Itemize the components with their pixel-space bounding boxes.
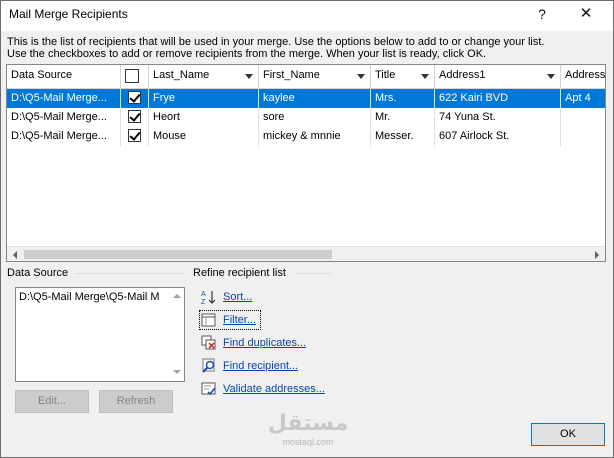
cell-first-name: kaylee bbox=[263, 92, 295, 104]
svg-text:A: A bbox=[201, 291, 206, 298]
instructions-line-2: Use the checkboxes to add or remove reci… bbox=[7, 48, 487, 60]
help-button[interactable]: ? bbox=[519, 1, 565, 29]
window-title: Mail Merge Recipients bbox=[9, 7, 128, 21]
instructions-text: This is the list of recipients that will… bbox=[7, 36, 607, 60]
cell-data-source: D:\Q5-Mail Merge... bbox=[11, 111, 107, 123]
refine-recipient-list-label: Refine recipient list bbox=[193, 267, 286, 279]
row-include-checkbox[interactable] bbox=[128, 110, 141, 123]
column-header-select-all[interactable] bbox=[121, 65, 149, 88]
sort-az-icon: A Z bbox=[201, 291, 216, 305]
cell-address2 bbox=[561, 108, 605, 127]
sort-link[interactable]: Sort... bbox=[223, 291, 252, 303]
vertical-scrollbar[interactable] bbox=[169, 288, 184, 381]
column-divider bbox=[120, 89, 121, 146]
cell-last-name: Mouse bbox=[153, 130, 187, 142]
cell-address1: 607 Airlock St. bbox=[439, 130, 510, 142]
column-divider bbox=[560, 89, 561, 146]
scrollbar-thumb[interactable] bbox=[24, 250, 332, 259]
column-divider bbox=[148, 89, 149, 146]
svg-text:Z: Z bbox=[201, 299, 206, 305]
column-divider bbox=[258, 89, 259, 146]
column-header-label: First_Name bbox=[263, 69, 320, 81]
column-header-last-name[interactable]: Last_Name bbox=[149, 65, 259, 88]
section-divider bbox=[75, 273, 183, 274]
scroll-down-icon[interactable] bbox=[173, 370, 181, 374]
data-source-label: Data Source bbox=[7, 267, 69, 279]
cell-address1: 622 Kairi BVD bbox=[439, 92, 509, 104]
scroll-right-icon[interactable] bbox=[588, 247, 605, 261]
horizontal-scrollbar[interactable] bbox=[7, 246, 605, 261]
column-header-title[interactable]: Title bbox=[371, 65, 435, 88]
cell-title: Mr. bbox=[375, 111, 391, 123]
scroll-left-icon[interactable] bbox=[7, 247, 24, 261]
dropdown-arrow-icon[interactable] bbox=[357, 74, 365, 79]
watermark-latin-text: mostaql.com bbox=[282, 437, 334, 447]
cell-data-source: D:\Q5-Mail Merge... bbox=[11, 92, 107, 104]
close-button[interactable]: ✕ bbox=[563, 1, 609, 29]
column-header-label: Address1 bbox=[439, 69, 486, 81]
validate-addresses-link[interactable]: Validate addresses... bbox=[223, 383, 325, 395]
column-divider bbox=[434, 89, 435, 146]
edit-button[interactable]: Edit... bbox=[15, 390, 89, 413]
select-all-checkbox[interactable] bbox=[125, 69, 139, 83]
cell-address2 bbox=[561, 127, 605, 146]
column-header-address1[interactable]: Address1 bbox=[435, 65, 561, 88]
cell-data-source: D:\Q5-Mail Merge... bbox=[11, 130, 107, 142]
find-duplicates-icon bbox=[201, 335, 216, 350]
data-source-list[interactable]: D:\Q5-Mail Merge\Q5-Mail M bbox=[15, 287, 185, 382]
table-row[interactable]: D:\Q5-Mail Merge... Heort sore Mr. 74 Yu… bbox=[7, 108, 605, 127]
recipients-grid[interactable]: Data Source Last_Name First_Name Title A… bbox=[6, 64, 606, 262]
cell-address2: Apt 4 bbox=[565, 92, 591, 104]
list-item[interactable]: D:\Q5-Mail Merge\Q5-Mail M bbox=[19, 291, 169, 303]
validate-addresses-icon bbox=[201, 382, 216, 396]
column-header-data-source[interactable]: Data Source bbox=[7, 65, 121, 88]
grid-header: Data Source Last_Name First_Name Title A… bbox=[7, 65, 606, 89]
row-include-checkbox[interactable] bbox=[128, 91, 141, 104]
column-divider bbox=[370, 89, 371, 146]
column-header-address2[interactable]: Address2 bbox=[561, 65, 606, 88]
cell-first-name: mickey & mnnie bbox=[263, 130, 341, 142]
find-duplicates-link[interactable]: Find duplicates... bbox=[223, 337, 306, 349]
column-header-label: Address2 bbox=[565, 69, 606, 81]
cell-last-name: Heort bbox=[153, 111, 180, 123]
column-header-label: Title bbox=[375, 69, 396, 81]
section-divider bbox=[297, 273, 331, 274]
table-row[interactable]: D:\Q5-Mail Merge... Mouse mickey & mnnie… bbox=[7, 127, 605, 146]
dropdown-arrow-icon[interactable] bbox=[421, 74, 429, 79]
table-row[interactable]: D:\Q5-Mail Merge... Frye kaylee Mrs. 622… bbox=[7, 89, 605, 108]
cell-address1: 74 Yuna St. bbox=[439, 111, 496, 123]
watermark-logo: مستقل mostaql.com bbox=[263, 411, 353, 458]
cell-first-name: sore bbox=[263, 111, 285, 123]
instructions-line-1: This is the list of recipients that will… bbox=[7, 36, 545, 48]
scroll-up-icon[interactable] bbox=[173, 294, 181, 298]
cell-title: Messer. bbox=[375, 130, 414, 142]
find-recipient-icon bbox=[202, 358, 215, 373]
watermark-arabic-text: مستقل bbox=[267, 411, 349, 436]
column-header-first-name[interactable]: First_Name bbox=[259, 65, 371, 88]
focus-rectangle bbox=[199, 310, 261, 330]
refresh-button[interactable]: Refresh bbox=[99, 390, 173, 413]
row-include-checkbox[interactable] bbox=[128, 129, 141, 142]
ok-button[interactable]: OK bbox=[531, 423, 605, 446]
column-header-label: Data Source bbox=[11, 69, 73, 81]
column-header-label: Last_Name bbox=[153, 69, 210, 81]
cell-last-name: Frye bbox=[153, 92, 175, 104]
dropdown-arrow-icon[interactable] bbox=[245, 74, 253, 79]
title-bar: Mail Merge Recipients ? ✕ bbox=[1, 1, 613, 31]
cell-title: Mrs. bbox=[375, 92, 397, 104]
find-recipient-link[interactable]: Find recipient... bbox=[223, 360, 298, 372]
mail-merge-recipients-dialog: Mail Merge Recipients ? ✕ This is the li… bbox=[0, 0, 614, 458]
dropdown-arrow-icon[interactable] bbox=[547, 74, 555, 79]
